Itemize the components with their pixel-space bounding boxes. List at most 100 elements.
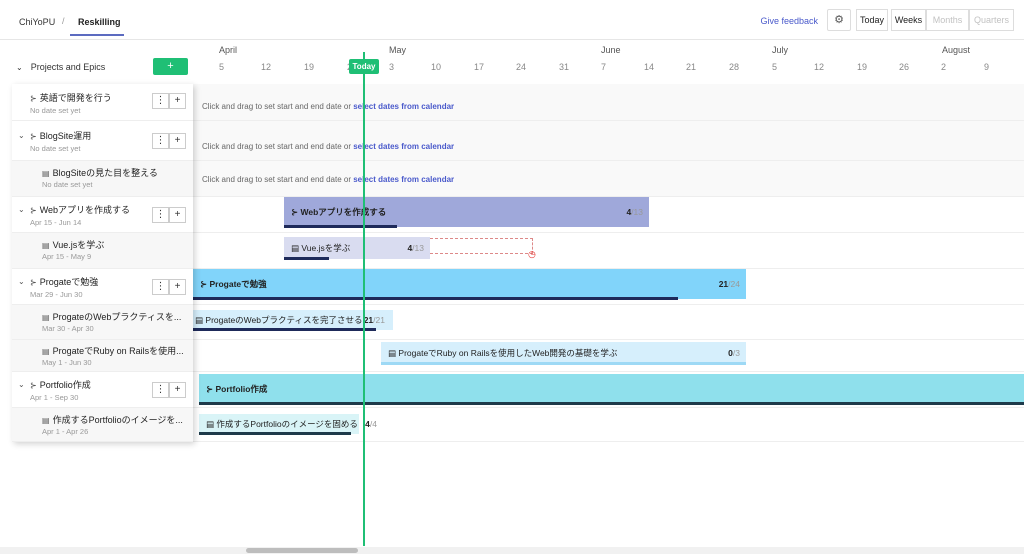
- chevron-down-icon[interactable]: ⌄: [18, 205, 25, 214]
- add-child-button[interactable]: +: [169, 279, 186, 295]
- epic-icon: ⊱: [30, 278, 37, 287]
- epic-bar-progate[interactable]: ⊱ Progateで勉強 21/24: [193, 269, 746, 299]
- epic-row[interactable]: ⌄ ⊱ BlogSite運用 No date set yet ⋮ +: [12, 121, 193, 161]
- add-child-button[interactable]: +: [169, 133, 186, 149]
- add-child-button[interactable]: +: [169, 93, 186, 109]
- child-row[interactable]: ▤ ProgateのWebプラクティスを... Mar 30 - Apr 30: [12, 305, 193, 340]
- projects-epics-header[interactable]: ⌄ Projects and Epics: [16, 62, 105, 72]
- chevron-down-icon[interactable]: ⌄: [18, 277, 25, 286]
- breadcrumb-project[interactable]: Reskilling: [78, 17, 121, 27]
- progress-count: 4/13: [626, 207, 643, 217]
- clock-icon: ◷: [528, 249, 536, 259]
- epic-icon: ⊱: [30, 94, 37, 103]
- set-dates-hint[interactable]: Click and drag to set start and end date…: [202, 102, 454, 111]
- scrollbar-thumb[interactable]: [246, 548, 358, 553]
- gear-icon: ⚙: [834, 14, 844, 26]
- epic-icon: ⊱: [30, 381, 37, 390]
- story-icon: ▤: [206, 419, 217, 429]
- more-options-button[interactable]: ⋮: [152, 207, 169, 223]
- more-options-button[interactable]: ⋮: [152, 133, 169, 149]
- story-icon: ▤: [42, 347, 50, 356]
- epic-icon: ⊱: [30, 206, 37, 215]
- story-icon: ▤: [42, 313, 50, 322]
- settings-button[interactable]: ⚙: [827, 9, 851, 31]
- week-label: 12: [814, 62, 825, 72]
- chevron-down-icon: ⌄: [16, 63, 23, 72]
- story-icon: ▤: [42, 416, 50, 425]
- progress-bar: [199, 432, 351, 435]
- week-label: 7: [601, 62, 607, 72]
- epic-bar-progate-rails[interactable]: ▤ ProgateでRuby on Railsを使用したWeb開発の基礎を学ぶ …: [381, 342, 746, 364]
- chevron-down-icon[interactable]: ⌄: [18, 131, 25, 140]
- child-row[interactable]: ▤ Vue.jsを学ぶ Apr 15 - May 9: [12, 233, 193, 269]
- month-label: April: [219, 45, 238, 55]
- story-icon: ▤: [291, 243, 302, 253]
- week-label: 28: [729, 62, 740, 72]
- week-label: 2: [941, 62, 947, 72]
- give-feedback-link[interactable]: Give feedback: [760, 16, 818, 26]
- set-dates-hint[interactable]: Click and drag to set start and end date…: [202, 175, 454, 184]
- progress-count: 4/13: [407, 243, 424, 253]
- week-label: 17: [474, 62, 485, 72]
- view-quarters-button[interactable]: Quarters: [969, 9, 1014, 31]
- week-label: 9: [984, 62, 990, 72]
- child-row[interactable]: ▤ BlogSiteの見た目を整える No date set yet: [12, 161, 193, 197]
- story-icon: ▤: [388, 348, 399, 358]
- epic-row[interactable]: ⌄ ⊱ Webアプリを作成する Apr 15 - Jun 14 ⋮ +: [12, 197, 193, 233]
- breadcrumb-separator: /: [62, 16, 65, 26]
- week-label: 24: [516, 62, 527, 72]
- view-today-button[interactable]: Today: [856, 9, 888, 31]
- overdue-extension: [430, 238, 533, 254]
- epic-bar-portfolio-image[interactable]: ▤ 作成するPortfolioのイメージを固める 4/4: [199, 414, 377, 434]
- epic-bar-webapp[interactable]: ⊱ Webアプリを作成する 4/13: [284, 197, 649, 227]
- timeline-lane[interactable]: [193, 121, 1024, 161]
- progress-bar: [284, 225, 397, 228]
- week-label: 12: [261, 62, 272, 72]
- more-options-button[interactable]: ⋮: [152, 382, 169, 398]
- week-label: 21: [686, 62, 697, 72]
- progress-bar: [284, 257, 329, 260]
- story-icon: ▤: [42, 169, 50, 178]
- week-label: 26: [899, 62, 910, 72]
- more-options-button[interactable]: ⋮: [152, 93, 169, 109]
- epic-icon: ⊱: [30, 132, 37, 141]
- epic-row[interactable]: ⌄ ⊱ Progateで勉強 Mar 29 - Jun 30 ⋮ +: [12, 269, 193, 305]
- add-child-button[interactable]: +: [169, 382, 186, 398]
- add-child-button[interactable]: +: [169, 207, 186, 223]
- view-months-button[interactable]: Months: [926, 9, 969, 31]
- select-dates-link[interactable]: select dates from calendar: [353, 142, 454, 151]
- select-dates-link[interactable]: select dates from calendar: [353, 102, 454, 111]
- child-row[interactable]: ▤ ProgateでRuby on Railsを使用... May 1 - Jun…: [12, 340, 193, 372]
- active-tab-indicator: [70, 34, 124, 36]
- select-dates-link[interactable]: select dates from calendar: [353, 175, 454, 184]
- month-label: June: [601, 45, 621, 55]
- view-weeks-button[interactable]: Weeks: [891, 9, 926, 31]
- week-label: 5: [772, 62, 778, 72]
- horizontal-scrollbar[interactable]: [0, 547, 1024, 554]
- top-bar: ChiYoPU / Reskilling Give feedback ⚙ Tod…: [0, 0, 1024, 40]
- progress-bar: [193, 297, 678, 300]
- progress-bar: [193, 328, 376, 331]
- week-label: 19: [304, 62, 315, 72]
- progress-bar: [199, 402, 1024, 405]
- add-epic-button[interactable]: +: [153, 58, 188, 75]
- week-label: 5: [219, 62, 225, 72]
- epic-row[interactable]: ⌄ ⊱ Portfolio作成 Apr 1 - Sep 30 ⋮ +: [12, 372, 193, 408]
- epic-row[interactable]: ⊱ 英語で開発を行う No date set yet ⋮ +: [12, 84, 193, 121]
- chevron-down-icon[interactable]: ⌄: [18, 380, 25, 389]
- week-label: 14: [644, 62, 655, 72]
- today-marker: Today: [349, 59, 379, 74]
- projects-epics-panel: ⊱ 英語で開発を行う No date set yet ⋮ + ⌄ ⊱ BlogSit…: [12, 84, 193, 442]
- today-line: [363, 52, 365, 546]
- month-label: July: [772, 45, 789, 55]
- child-row[interactable]: ▤ 作成するPortfolioのイメージを... Apr 1 - Apr 26: [12, 408, 193, 442]
- month-label: August: [942, 45, 971, 55]
- progress-count: 21/21: [363, 315, 385, 325]
- set-dates-hint[interactable]: Click and drag to set start and end date…: [202, 142, 454, 151]
- epic-bar-vue[interactable]: ▤ Vue.jsを学ぶ 4/13: [284, 237, 430, 259]
- progress-count: 4/4: [365, 419, 377, 429]
- breadcrumb-org[interactable]: ChiYoPU: [19, 17, 55, 27]
- week-label: 31: [559, 62, 570, 72]
- epic-bar-portfolio[interactable]: ⊱ Portfolio作成: [199, 374, 1024, 404]
- more-options-button[interactable]: ⋮: [152, 279, 169, 295]
